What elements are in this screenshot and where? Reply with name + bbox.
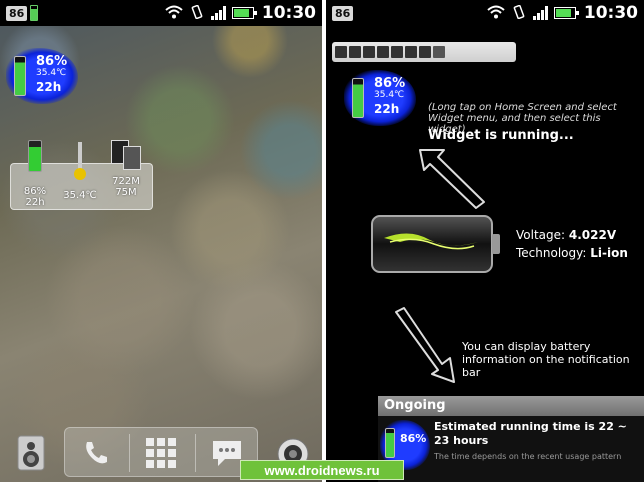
battery-icon bbox=[231, 7, 257, 19]
battery-widget-small[interactable]: 86% 35.4℃ 22h bbox=[6, 48, 78, 104]
arrow-down-right-icon bbox=[395, 307, 455, 383]
battery-widget-small[interactable]: 86% 35.4℃ 22h bbox=[344, 70, 416, 126]
notification-badge: 86 bbox=[332, 5, 354, 21]
vibrate-icon bbox=[511, 4, 527, 22]
battery-icon bbox=[14, 56, 26, 96]
gmail-icon bbox=[349, 46, 361, 58]
battery-app-icon bbox=[419, 46, 431, 58]
arrow-up-left-icon bbox=[419, 149, 485, 209]
notification-badge: 86 bbox=[6, 5, 28, 21]
battery-temperature: 35.4℃ bbox=[374, 90, 405, 100]
status-clock: 10:30 bbox=[261, 3, 316, 23]
battery-remaining: 22h bbox=[36, 80, 62, 94]
memory-column: 722M 75M bbox=[104, 140, 148, 198]
memory-value-2: 75M bbox=[115, 187, 137, 198]
signal-icon bbox=[210, 6, 226, 20]
wifi-icon bbox=[487, 5, 505, 22]
apps-grid-icon bbox=[146, 438, 176, 468]
battery-percent: 86% bbox=[36, 54, 68, 69]
navigation-icon bbox=[391, 46, 403, 58]
status-bar[interactable]: 86 10:30 bbox=[326, 0, 644, 26]
phone-button[interactable] bbox=[65, 428, 125, 478]
battery-graphic bbox=[370, 212, 502, 276]
battery-percent: 86% bbox=[23, 186, 47, 197]
home-screen-left: 86 10:30 86% 35.4℃ 22h 86% 22h 35.4℃ 722… bbox=[0, 0, 322, 482]
chat-icon bbox=[377, 46, 389, 58]
ongoing-title: Estimated running time is 22 ~ 23 hours bbox=[434, 420, 627, 447]
technology-value: Li-ion bbox=[590, 246, 628, 260]
battery-remaining: 22h bbox=[374, 102, 400, 116]
battery-icon bbox=[28, 140, 42, 172]
thermometer-icon bbox=[74, 142, 86, 180]
ongoing-header: Ongoing bbox=[378, 396, 644, 416]
temperature-column: 35.4℃ bbox=[60, 142, 100, 201]
voltage-row: Voltage: 4.022V bbox=[516, 228, 616, 242]
speaker-icon[interactable] bbox=[16, 434, 46, 472]
battery-stats-widget[interactable]: 86% 22h 35.4℃ 722M 75M bbox=[10, 140, 153, 210]
status-clock: 10:30 bbox=[583, 3, 638, 23]
battery-icon bbox=[553, 7, 579, 19]
technology-row: Technology: Li-ion bbox=[516, 246, 628, 260]
temperature-value: 35.4℃ bbox=[63, 190, 97, 201]
chart-icon bbox=[433, 46, 445, 58]
memory-value-1: 722M bbox=[112, 176, 140, 187]
ongoing-subtitle: The time depends on the recent usage pat… bbox=[434, 452, 622, 461]
battery-temperature: 35.4℃ bbox=[36, 68, 67, 78]
vibrate-icon bbox=[189, 4, 205, 22]
home-screen-right: 86 10:30 86% 35.4℃ 22h (Long tap on Home… bbox=[326, 0, 644, 482]
battery-notification-icon bbox=[30, 5, 39, 21]
notification-icons-strip bbox=[332, 42, 516, 62]
apps-button[interactable] bbox=[131, 428, 191, 478]
ongoing-notification[interactable]: Ongoing 86% Estimated running time is 22… bbox=[378, 396, 644, 482]
watermark: www.droidnews.ru bbox=[240, 460, 404, 480]
status-bar[interactable]: 86 10:30 bbox=[0, 0, 322, 26]
voicemail-icon bbox=[335, 46, 347, 58]
battery-icon bbox=[352, 78, 364, 118]
battery-icon bbox=[385, 428, 395, 458]
technology-label: Technology: bbox=[516, 246, 587, 260]
messages-icon bbox=[213, 441, 241, 466]
mail-icon bbox=[363, 46, 375, 58]
signal-icon bbox=[532, 6, 548, 20]
sd-card-icon bbox=[109, 140, 143, 170]
voltage-value: 4.022V bbox=[568, 228, 617, 242]
ongoing-body: 86% Estimated running time is 22 ~ 23 ho… bbox=[378, 416, 644, 482]
grid-icon bbox=[405, 46, 417, 58]
battery-column: 86% 22h bbox=[18, 140, 52, 208]
notification-info-text: You can display battery information on t… bbox=[462, 340, 630, 379]
battery-percent: 86% bbox=[400, 432, 427, 445]
wifi-icon bbox=[165, 5, 183, 22]
widget-running-text: Widget is running... bbox=[428, 128, 574, 143]
voltage-label: Voltage: bbox=[516, 228, 566, 242]
phone-icon bbox=[86, 442, 107, 464]
battery-percent: 86% bbox=[374, 76, 406, 91]
dock bbox=[64, 427, 258, 477]
battery-remaining: 22h bbox=[25, 197, 45, 208]
